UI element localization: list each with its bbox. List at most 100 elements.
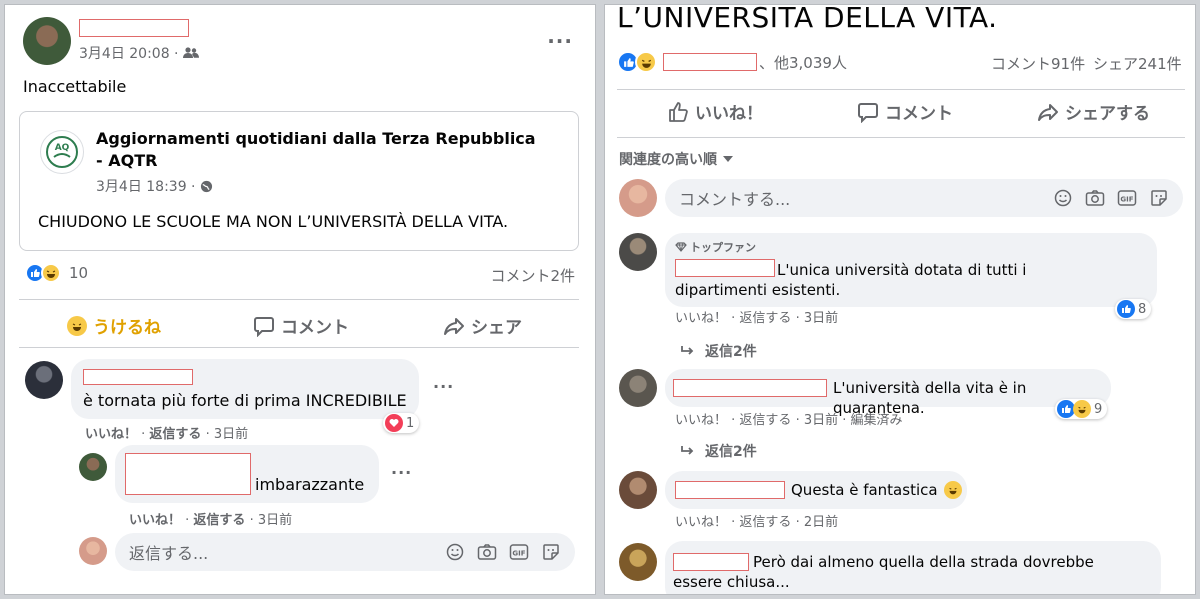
comment-bubble: L'università della vita è in quarantena.	[665, 369, 1111, 417]
reaction-summary-text: 、他3,039人	[759, 53, 847, 72]
like-link[interactable]: いいね！	[675, 311, 727, 326]
divider	[19, 347, 579, 348]
like-link[interactable]: いいね！	[85, 427, 137, 442]
comment-button[interactable]: コメント	[857, 99, 953, 124]
share-icon	[443, 315, 465, 337]
commenter-avatar[interactable]	[79, 453, 107, 481]
poster-name-redacted[interactable]	[79, 19, 189, 37]
poster-avatar[interactable]	[23, 17, 71, 65]
comment-count[interactable]: コメント2件	[490, 265, 575, 286]
view-replies-link[interactable]: 返信2件	[681, 341, 757, 361]
share-button-label: シェアする	[1065, 104, 1150, 124]
comment-input[interactable]: コメントする... GIF	[665, 179, 1183, 217]
comment-actions: いいね！ · 返信する · 3日前	[85, 423, 248, 442]
commenter-name-redacted[interactable]	[675, 481, 785, 499]
post-meta: 3月4日 20:08 ·	[79, 43, 199, 63]
divider	[19, 299, 579, 300]
comment-reaction-badge[interactable]: 8	[1115, 299, 1152, 319]
page-name[interactable]: Aggiornamenti quotidiani dalla Terza Rep…	[96, 128, 536, 172]
emoji-icon[interactable]	[1053, 188, 1073, 208]
reply-link[interactable]: 返信する	[739, 311, 791, 326]
more-icon[interactable]: ···	[391, 463, 412, 482]
emoji-icon[interactable]	[445, 542, 465, 562]
more-icon[interactable]: ···	[433, 377, 454, 396]
comment-bubble: Però dai almeno quella della strada dovr…	[665, 541, 1161, 594]
haha-icon	[1073, 400, 1091, 418]
friends-icon	[182, 47, 199, 59]
like-link[interactable]: いいね！	[675, 413, 727, 428]
like-icon	[667, 101, 689, 123]
reply-link[interactable]: 返信する	[739, 515, 791, 530]
haha-icon	[41, 263, 61, 283]
reply-link[interactable]: 返信する	[739, 413, 791, 428]
comment-actions: いいね！ · 返信する · 2日前	[675, 511, 838, 530]
comment-time[interactable]: 3日前	[214, 427, 248, 442]
comment-reaction-badge[interactable]: 9	[1055, 399, 1108, 419]
sticker-icon[interactable]	[541, 542, 561, 562]
more-icon[interactable]: ···	[547, 29, 573, 53]
right-post-panel: L’UNIVERSITÀ DELLA VITA. 、他3,039人 コメント91…	[604, 4, 1196, 595]
commenter-avatar[interactable]	[619, 471, 657, 509]
camera-icon[interactable]	[1085, 188, 1105, 208]
reactor-name-redacted[interactable]	[663, 53, 757, 71]
haha-icon	[943, 481, 962, 499]
reaction-summary[interactable]: 、他3,039人	[617, 51, 847, 73]
shared-post-card[interactable]: AQ Aggiornamenti quotidiani dalla Terza …	[19, 111, 579, 251]
edited-label[interactable]: 編集済み	[851, 413, 903, 428]
gif-icon[interactable]: GIF	[1117, 188, 1137, 208]
like-button-label: いいね！	[695, 104, 763, 124]
comment-time[interactable]: 2日前	[804, 515, 838, 530]
gif-icon[interactable]: GIF	[509, 542, 529, 562]
haha-react-button[interactable]: うけるね	[67, 313, 161, 338]
commenter-avatar[interactable]	[25, 361, 63, 399]
comment-time[interactable]: 3日前	[804, 311, 838, 326]
reply-link[interactable]: 返信する	[193, 513, 245, 528]
post-timestamp[interactable]: 3月4日 20:08 ·	[79, 43, 179, 63]
comment-bubble: è tornata più forte di prima INCREDIBILE	[71, 359, 419, 419]
reply-arrow-icon	[681, 345, 695, 357]
svg-text:GIF: GIF	[1120, 196, 1133, 204]
like-button[interactable]: いいね！	[667, 99, 763, 124]
comment-reaction-badge[interactable]: 1	[383, 413, 420, 433]
share-button[interactable]: シェアする	[1037, 99, 1150, 124]
comment-count[interactable]: コメント91件	[991, 53, 1085, 74]
like-link[interactable]: いいね！	[129, 513, 181, 528]
page-avatar[interactable]: AQ	[40, 130, 84, 174]
post-title: L’UNIVERSITÀ DELLA VITA.	[617, 4, 998, 34]
reaction-count: 1	[406, 415, 415, 431]
sticker-icon[interactable]	[1149, 188, 1169, 208]
view-replies-link[interactable]: 返信2件	[681, 441, 757, 461]
commenter-avatar[interactable]	[619, 543, 657, 581]
camera-icon[interactable]	[477, 542, 497, 562]
share-count[interactable]: シェア241件	[1093, 53, 1182, 74]
comment-input-placeholder: コメントする...	[679, 190, 791, 209]
comment-actions: いいね！ · 返信する · 3日前 · 編集済み	[675, 409, 903, 428]
reply-input-placeholder: 返信する...	[129, 544, 209, 563]
commenter-avatar[interactable]	[619, 369, 657, 407]
commenter-name-redacted[interactable]	[673, 379, 827, 397]
commenter-name-redacted[interactable]	[125, 453, 251, 495]
sort-dropdown[interactable]: 関連度の高い順	[619, 149, 733, 169]
commenter-avatar[interactable]	[619, 233, 657, 271]
comment-icon	[857, 101, 879, 123]
comment-time[interactable]: 3日前	[258, 513, 292, 528]
commenter-name-redacted[interactable]	[83, 369, 193, 385]
reaction-summary[interactable]: 10	[25, 263, 88, 283]
dropdown-icon	[723, 156, 733, 162]
reply-input[interactable]: 返信する... GIF	[115, 533, 575, 571]
reply-link[interactable]: 返信する	[149, 427, 201, 442]
separator: ·	[205, 427, 214, 442]
comment-bubble: Questa è fantastica	[665, 471, 967, 509]
like-link[interactable]: いいね！	[675, 515, 727, 530]
react-button-label: うけるね	[93, 318, 161, 338]
comment-time[interactable]: 3日前	[804, 413, 838, 428]
current-user-avatar	[619, 179, 657, 217]
comment-icon	[253, 315, 275, 337]
separator: ·	[795, 311, 804, 326]
comment-button-label: コメント	[281, 318, 349, 338]
shared-timestamp[interactable]: 3月4日 18:39 ·	[96, 176, 196, 196]
current-user-avatar	[79, 537, 107, 565]
comment-button[interactable]: コメント	[253, 313, 349, 338]
share-button[interactable]: シェア	[443, 313, 522, 338]
top-fan-label: トップファン	[690, 241, 756, 254]
